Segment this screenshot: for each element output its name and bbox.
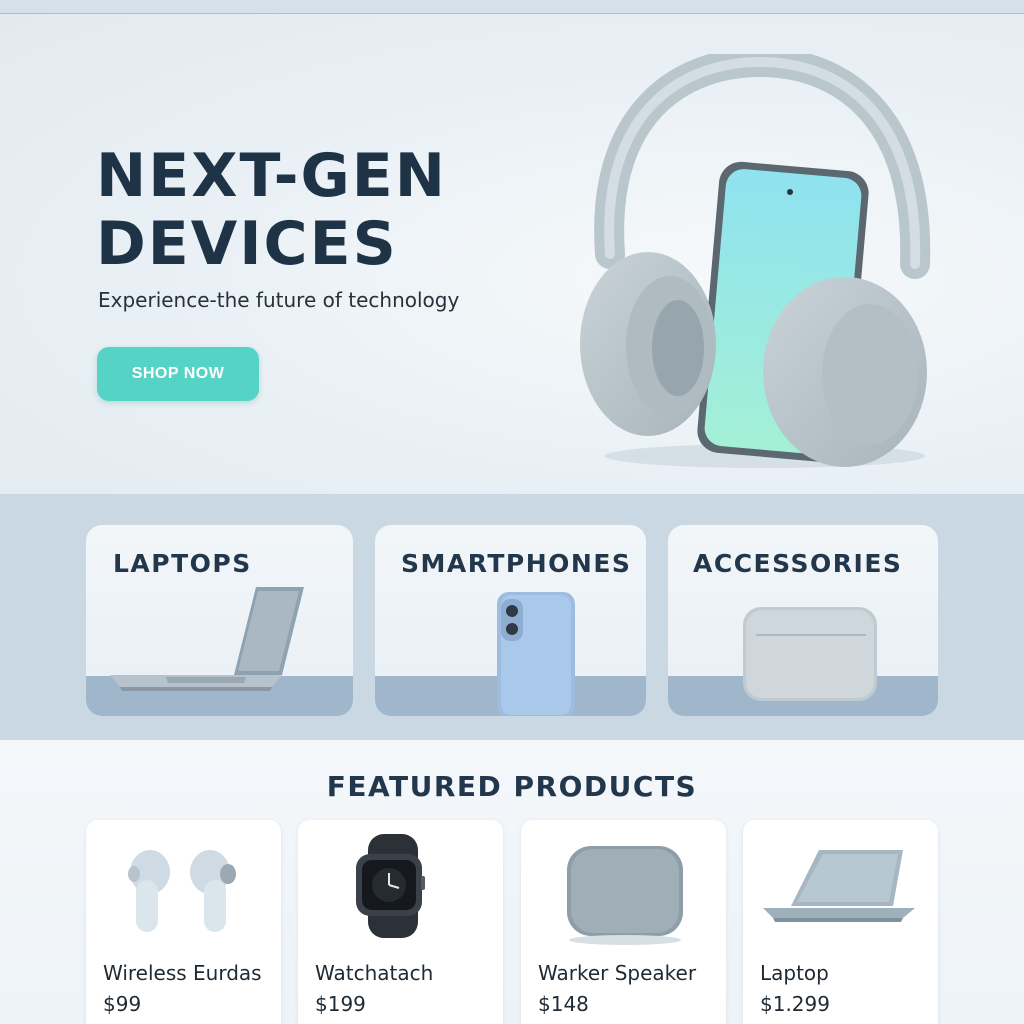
product-card[interactable]: Watchatach $199	[298, 820, 503, 1024]
hero-title-line-1: NEXT-GEN	[96, 141, 447, 211]
featured-title: FEATURED PRODUCTS	[326, 770, 698, 803]
laptop-icon	[763, 850, 915, 922]
category-label-laptops: LAPTOPS	[113, 549, 252, 578]
hero-title: NEXT-GEN DEVICES	[96, 142, 536, 278]
product-price: $1.299	[760, 992, 830, 1016]
category-card-smartphones[interactable]: SMARTPHONES	[375, 525, 646, 716]
top-bar	[0, 0, 1024, 14]
featured-section: FEATURED PRODUCTS Wireless Eurdas $99 Wa…	[0, 740, 1024, 1024]
product-name: Laptop	[760, 961, 829, 985]
category-label-accessories: ACCESSORIES	[693, 549, 903, 578]
speaker-icon	[567, 846, 683, 945]
product-card[interactable]: Laptop $1.299	[743, 820, 938, 1024]
product-name: Wireless Eurdas	[103, 961, 262, 985]
category-card-accessories[interactable]: ACCESSORIES	[668, 525, 938, 716]
category-label-smartphones: SMARTPHONES	[401, 549, 632, 578]
product-price: $99	[103, 992, 142, 1016]
hero-banner: NEXT-GEN DEVICES Experience-the future o…	[0, 14, 1024, 494]
hero-title-line-2: DEVICES	[96, 209, 398, 279]
hero-subtitle: Experience-the future of technology	[98, 288, 460, 312]
product-price: $199	[315, 992, 366, 1016]
category-section: LAPTOPS SMARTPHONES ACCESSORIES	[0, 494, 1024, 740]
headphones-phone-image	[580, 54, 931, 468]
product-price: $148	[538, 992, 589, 1016]
category-card-laptops[interactable]: LAPTOPS	[86, 525, 353, 716]
shop-now-button[interactable]: SHOP NOW	[97, 347, 259, 401]
product-card[interactable]: Wireless Eurdas $99	[86, 820, 281, 1024]
smartwatch-icon	[356, 834, 425, 938]
product-card[interactable]: Warker Speaker $148	[521, 820, 726, 1024]
earbuds-icon	[128, 850, 236, 932]
product-name: Warker Speaker	[538, 961, 697, 985]
product-name: Watchatach	[315, 961, 434, 985]
